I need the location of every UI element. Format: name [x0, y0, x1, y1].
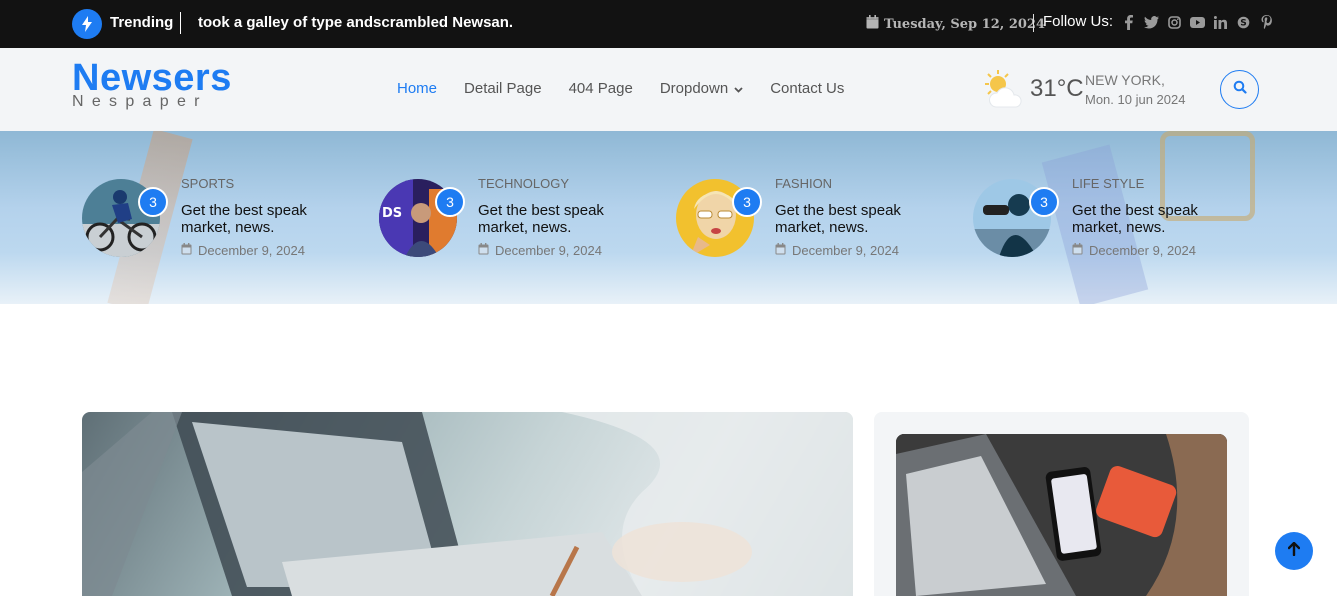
weather-city: NEW YORK,: [1085, 72, 1165, 88]
trending-label: Trending: [110, 14, 174, 31]
story-title[interactable]: Get the best speak market, news.: [478, 202, 628, 236]
top-date: Tuesday, Sep 12, 2024: [866, 15, 1045, 34]
instagram-icon[interactable]: [1167, 14, 1182, 30]
nav-home[interactable]: Home: [397, 80, 437, 97]
lightning-icon: [72, 9, 102, 39]
story-badge: 3: [1029, 187, 1059, 217]
social-links: S: [1121, 14, 1274, 30]
nav-404-page[interactable]: 404 Page: [569, 80, 633, 97]
story-category[interactable]: TECHNOLOGY: [478, 176, 569, 191]
weather-sun-cloud-icon: [984, 69, 1024, 111]
story-title[interactable]: Get the best speak market, news.: [1072, 202, 1222, 236]
story-category[interactable]: LIFE STYLE: [1072, 176, 1144, 191]
story-date-text: December 9, 2024: [792, 243, 899, 258]
featured-article-image[interactable]: [82, 412, 853, 596]
story-date: December 9, 2024: [181, 243, 305, 258]
story-date: December 9, 2024: [478, 243, 602, 258]
weather-temperature: 31°C: [1030, 75, 1084, 102]
trending-divider: [180, 12, 181, 34]
story-badge: 3: [435, 187, 465, 217]
svg-text:S: S: [1240, 18, 1246, 28]
story-category[interactable]: FASHION: [775, 176, 832, 191]
arrow-up-icon: [1287, 540, 1301, 561]
story-card[interactable]: 3 LIFE STYLE Get the best speak market, …: [973, 176, 1233, 259]
nav-contact-us[interactable]: Contact Us: [770, 80, 844, 97]
current-date: Tuesday, Sep 12, 2024: [884, 17, 1045, 32]
story-date-text: December 9, 2024: [1089, 243, 1196, 258]
twitter-icon[interactable]: [1144, 14, 1159, 30]
weather-date: Mon. 10 jun 2024: [1085, 92, 1186, 107]
story-title[interactable]: Get the best speak market, news.: [775, 202, 925, 236]
facebook-icon[interactable]: [1121, 14, 1136, 30]
nav-404-page-label: 404 Page: [568, 80, 633, 97]
story-badge: 3: [138, 187, 168, 217]
story-category[interactable]: SPORTS: [181, 176, 234, 191]
story-title[interactable]: Get the best speak market, news.: [181, 202, 331, 236]
nav-dropdown[interactable]: Dropdown: [660, 80, 743, 97]
search-button[interactable]: [1220, 70, 1259, 109]
story-date: December 9, 2024: [1072, 243, 1196, 258]
calendar-icon: [478, 243, 489, 258]
sidebar-article-image[interactable]: [896, 434, 1227, 596]
nav-contact-us-label: Contact Us: [770, 80, 845, 97]
youtube-icon[interactable]: [1190, 14, 1205, 30]
linkedin-icon[interactable]: [1213, 14, 1228, 30]
nav-dropdown-label: Dropdown: [659, 80, 729, 97]
date-divider: [1033, 14, 1034, 32]
skype-icon[interactable]: S: [1236, 14, 1251, 30]
calendar-icon: [866, 15, 879, 34]
follow-us-label: Follow Us:: [1043, 13, 1114, 30]
svg-text:DS: DS: [382, 206, 402, 221]
search-icon: [1233, 80, 1247, 99]
nav-detail-page-label: Detail Page: [464, 80, 542, 97]
calendar-icon: [181, 243, 192, 258]
calendar-icon: [1072, 243, 1083, 258]
site-logo[interactable]: Newsers: [72, 59, 232, 97]
story-card[interactable]: 3 FASHION Get the best speak market, new…: [676, 176, 936, 259]
story-card[interactable]: DS 3 TECHNOLOGY Get the best speak marke…: [379, 176, 639, 259]
story-card[interactable]: 3 SPORTS Get the best speak market, news…: [82, 176, 342, 259]
nav-detail-page[interactable]: Detail Page: [464, 80, 542, 97]
site-tagline: Nespaper: [72, 93, 208, 110]
chevron-down-icon: [734, 80, 743, 97]
story-date-text: December 9, 2024: [198, 243, 305, 258]
story-date-text: December 9, 2024: [495, 243, 602, 258]
story-badge: 3: [732, 187, 762, 217]
pinterest-icon[interactable]: [1259, 14, 1274, 30]
trending-headline[interactable]: took a galley of type andscrambled Newsa…: [198, 14, 513, 31]
story-date: December 9, 2024: [775, 243, 899, 258]
main-nav: Home Detail Page 404 Page Dropdown Conta…: [397, 80, 844, 97]
calendar-icon: [775, 243, 786, 258]
nav-home-label: Home: [397, 80, 438, 97]
back-to-top-button[interactable]: [1275, 532, 1313, 570]
